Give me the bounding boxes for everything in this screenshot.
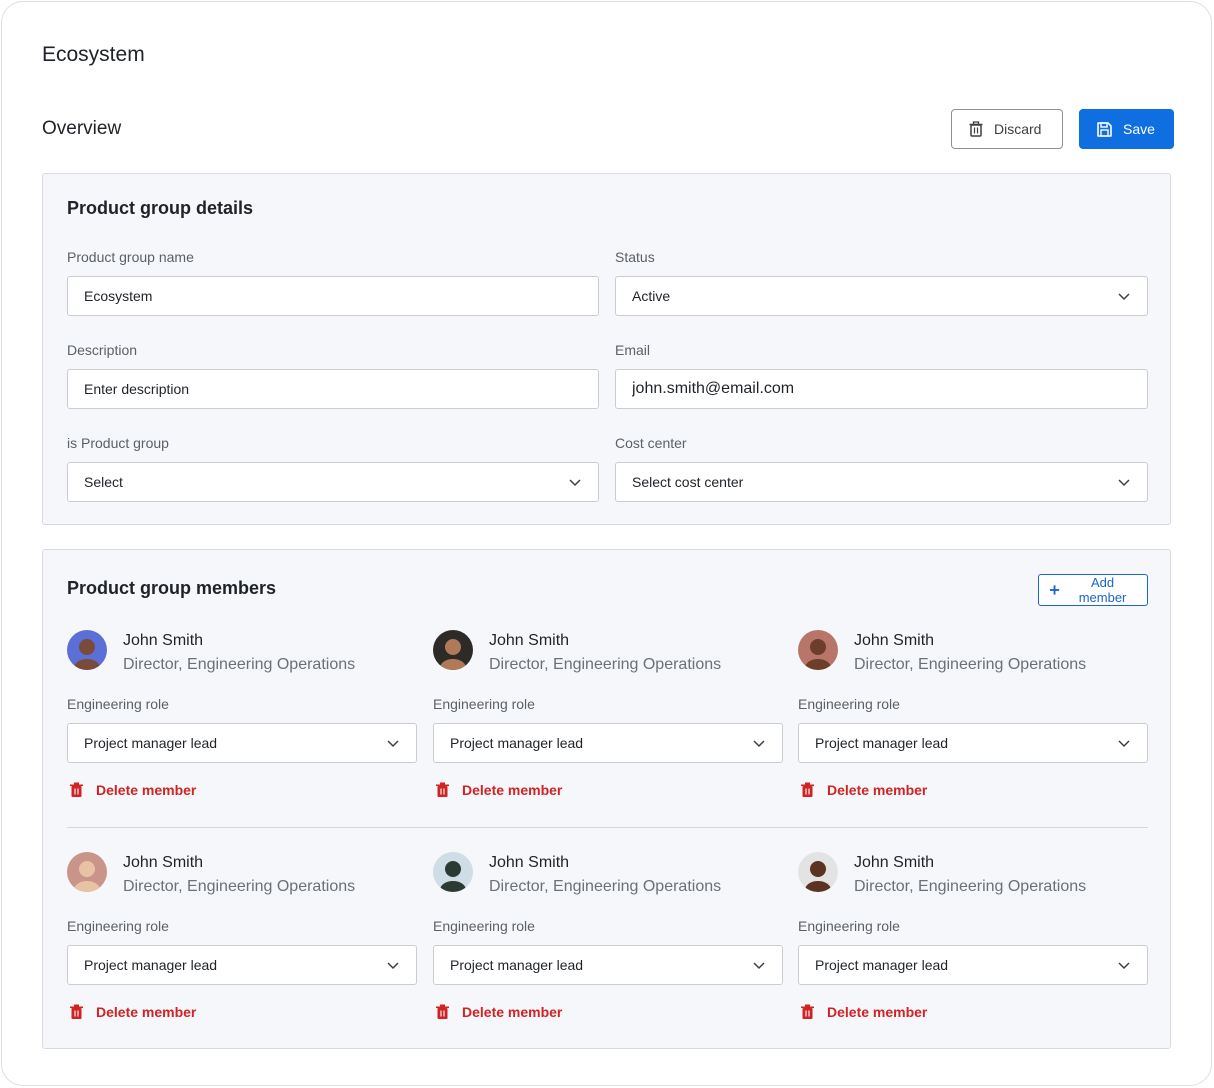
member-name: John Smith (123, 632, 204, 649)
app-title: Ecosystem (42, 43, 145, 66)
member-name: John Smith (123, 854, 204, 871)
trash-icon (70, 782, 83, 797)
add-member-button[interactable]: Add member (1038, 574, 1148, 606)
product-group-name-input[interactable] (84, 288, 582, 304)
delete-member-label: Delete member (96, 1004, 197, 1020)
chevron-down-icon (753, 740, 765, 748)
chevron-down-icon (1118, 962, 1130, 970)
delete-member-button[interactable]: Delete member (800, 1004, 927, 1020)
member-title: Director, Engineering Operations (489, 656, 722, 673)
delete-member-label: Delete member (462, 782, 563, 798)
add-member-label: Add member (1078, 575, 1127, 605)
delete-member-label: Delete member (462, 1004, 563, 1020)
email-label: Email (615, 342, 651, 358)
delete-member-button[interactable]: Delete member (69, 782, 196, 798)
is-product-group-value: Select (84, 474, 123, 490)
engineering-role-select[interactable]: Project manager lead (67, 723, 417, 763)
email-input[interactable] (632, 380, 1131, 398)
engineering-role-label: Engineering role (67, 918, 169, 934)
chevron-down-icon (569, 479, 581, 487)
avatar (433, 852, 473, 892)
description-field[interactable] (67, 369, 599, 409)
status-label: Status (615, 249, 655, 265)
delete-member-button[interactable]: Delete member (435, 1004, 562, 1020)
avatar (798, 630, 838, 670)
save-icon (1097, 121, 1112, 137)
product-group-details-card: Product group details Product group name… (42, 173, 1171, 525)
is-product-group-label: is Product group (67, 435, 169, 451)
cost-center-label: Cost center (615, 435, 687, 451)
engineering-role-label: Engineering role (433, 918, 535, 934)
engineering-role-label: Engineering role (798, 696, 900, 712)
trash-icon (801, 1004, 814, 1019)
app-window: Ecosystem Overview Discard Save Product … (1, 1, 1212, 1086)
member-title: Director, Engineering Operations (854, 656, 1087, 673)
discard-button[interactable]: Discard (951, 109, 1063, 149)
page-title: Overview (42, 118, 122, 139)
member-name: John Smith (489, 632, 570, 649)
cost-center-select[interactable]: Select cost center (615, 462, 1148, 502)
engineering-role-select[interactable]: Project manager lead (433, 723, 783, 763)
delete-member-label: Delete member (827, 1004, 928, 1020)
engineering-role-value: Project manager lead (815, 735, 949, 751)
delete-member-button[interactable]: Delete member (800, 782, 927, 798)
description-label: Description (67, 342, 138, 358)
chevron-down-icon (387, 740, 399, 748)
plus-icon (1049, 585, 1060, 595)
engineering-role-label: Engineering role (67, 696, 169, 712)
name-label: Product group name (67, 249, 194, 265)
member-name: John Smith (854, 632, 935, 649)
engineering-role-value: Project manager lead (815, 957, 949, 973)
delete-member-label: Delete member (827, 782, 928, 798)
chevron-down-icon (1118, 740, 1130, 748)
engineering-role-label: Engineering role (798, 918, 900, 934)
trash-icon (70, 1004, 83, 1019)
engineering-role-select[interactable]: Project manager lead (798, 945, 1148, 985)
trash-icon (801, 782, 814, 797)
members-divider (67, 827, 1148, 828)
save-button[interactable]: Save (1079, 109, 1174, 149)
chevron-down-icon (753, 962, 765, 970)
cost-center-value: Select cost center (632, 474, 744, 490)
member-title: Director, Engineering Operations (489, 878, 722, 895)
email-field[interactable] (615, 369, 1148, 409)
trash-icon (436, 782, 449, 797)
member-name: John Smith (854, 854, 935, 871)
member-name: John Smith (489, 854, 570, 871)
member-title: Director, Engineering Operations (854, 878, 1087, 895)
chevron-down-icon (1118, 479, 1130, 487)
trash-icon (436, 1004, 449, 1019)
avatar (798, 852, 838, 892)
delete-member-label: Delete member (96, 782, 197, 798)
save-label: Save (1123, 121, 1155, 137)
engineering-role-value: Project manager lead (450, 957, 584, 973)
status-value: Active (632, 288, 671, 304)
engineering-role-label: Engineering role (433, 696, 535, 712)
description-input[interactable] (84, 381, 582, 397)
product-group-members-card: Product group members Add member John Sm… (42, 549, 1171, 1049)
trash-icon (969, 121, 983, 137)
chevron-down-icon (387, 962, 399, 970)
is-product-group-select[interactable]: Select (67, 462, 599, 502)
details-title: Product group details (67, 198, 254, 218)
engineering-role-value: Project manager lead (84, 957, 218, 973)
avatar (433, 630, 473, 670)
avatar (67, 852, 107, 892)
avatar (67, 630, 107, 670)
delete-member-button[interactable]: Delete member (435, 782, 562, 798)
engineering-role-value: Project manager lead (84, 735, 218, 751)
engineering-role-select[interactable]: Project manager lead (433, 945, 783, 985)
product-group-name-field[interactable] (67, 276, 599, 316)
engineering-role-select[interactable]: Project manager lead (67, 945, 417, 985)
engineering-role-select[interactable]: Project manager lead (798, 723, 1148, 763)
engineering-role-value: Project manager lead (450, 735, 584, 751)
chevron-down-icon (1118, 293, 1130, 301)
status-select[interactable]: Active (615, 276, 1148, 316)
members-title: Product group members (67, 578, 277, 598)
member-title: Director, Engineering Operations (123, 878, 356, 895)
member-title: Director, Engineering Operations (123, 656, 356, 673)
discard-label: Discard (994, 121, 1042, 137)
delete-member-button[interactable]: Delete member (69, 1004, 196, 1020)
